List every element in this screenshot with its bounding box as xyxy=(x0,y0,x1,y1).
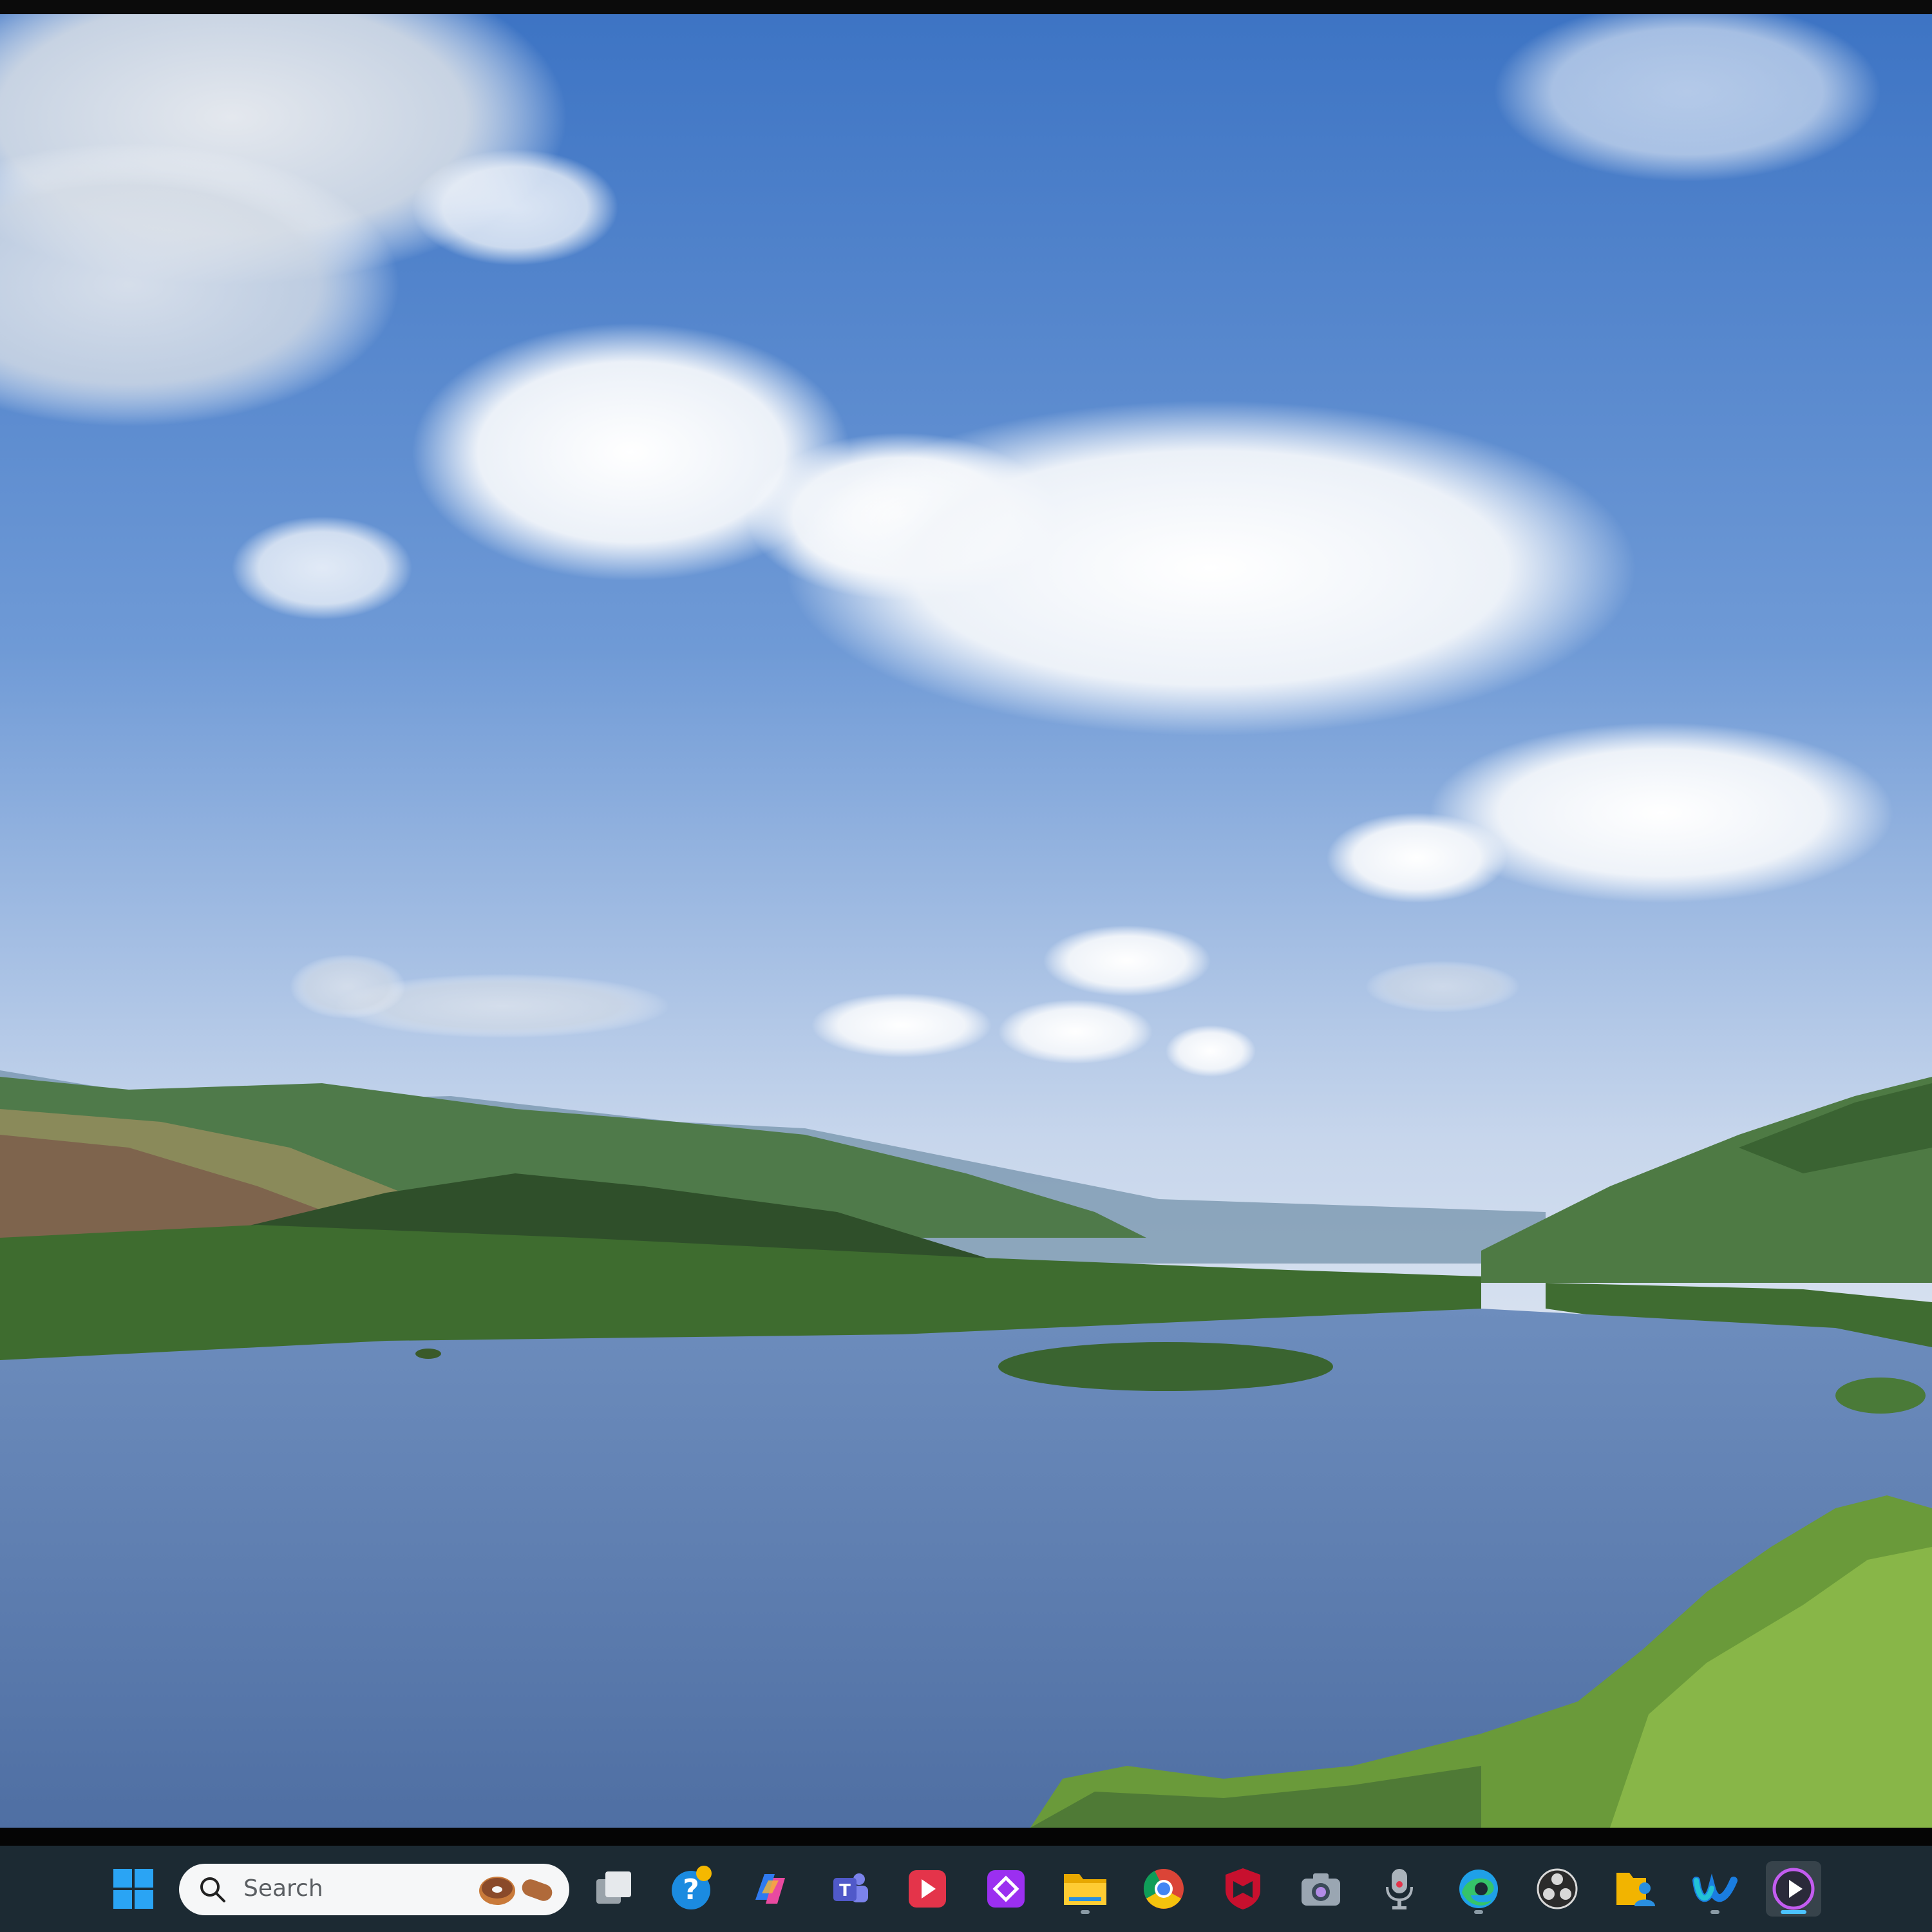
copilot-icon xyxy=(755,1874,785,1904)
file-explorer-button[interactable] xyxy=(1057,1861,1113,1917)
task-view-button[interactable] xyxy=(586,1861,641,1917)
donut-and-bread-icon xyxy=(479,1877,553,1905)
media-player-button[interactable] xyxy=(900,1861,955,1917)
start-button[interactable] xyxy=(106,1861,161,1917)
windows-logo-icon xyxy=(113,1869,153,1909)
search-placeholder: Search xyxy=(243,1875,323,1902)
teams-icon: T xyxy=(833,1873,868,1902)
get-help-button[interactable]: ? xyxy=(665,1861,720,1917)
clipchamp-button[interactable] xyxy=(1766,1861,1821,1917)
edge-icon xyxy=(1459,1870,1498,1908)
play-circle-icon xyxy=(1772,1868,1815,1910)
svg-text:?: ? xyxy=(683,1873,699,1906)
running-indicator xyxy=(1474,1910,1483,1914)
active-indicator xyxy=(1781,1910,1806,1914)
folder-icon xyxy=(1064,1874,1106,1905)
camera-button[interactable] xyxy=(1293,1861,1349,1917)
mcafee-button[interactable] xyxy=(1215,1861,1271,1917)
help-icon: ? xyxy=(672,1866,712,1909)
purple-diamond-icon xyxy=(987,1870,1025,1908)
files-app-button[interactable] xyxy=(1608,1861,1663,1917)
screen-bottom-bar xyxy=(0,1828,1932,1846)
play-red-icon xyxy=(909,1870,946,1908)
teams-button[interactable]: T xyxy=(822,1861,877,1917)
camera-icon xyxy=(1302,1873,1340,1906)
search-icon xyxy=(200,1877,225,1902)
obs-button[interactable] xyxy=(1530,1861,1585,1917)
running-indicator xyxy=(1081,1910,1090,1914)
top-border xyxy=(0,0,1932,14)
svg-text:T: T xyxy=(839,1881,851,1900)
microphone-icon xyxy=(1386,1869,1413,1909)
task-view-icon xyxy=(596,1871,631,1904)
desktop[interactable] xyxy=(0,14,1932,1828)
obs-icon xyxy=(1537,1868,1578,1909)
chrome-button[interactable] xyxy=(1136,1861,1191,1917)
folder-person-icon xyxy=(1616,1873,1655,1906)
voice-recorder-button[interactable] xyxy=(1372,1861,1427,1917)
chrome-icon xyxy=(1143,1869,1184,1909)
shield-red-icon xyxy=(1226,1868,1260,1909)
purple-app-button[interactable] xyxy=(978,1861,1034,1917)
webex-icon xyxy=(1692,1873,1738,1902)
copilot-button[interactable] xyxy=(743,1861,798,1917)
running-indicator xyxy=(1710,1910,1719,1914)
search-box[interactable]: Search xyxy=(179,1864,569,1915)
edge-button[interactable] xyxy=(1451,1861,1506,1917)
landscape-lake-wallpaper xyxy=(0,14,1932,1828)
webex-button[interactable] xyxy=(1687,1861,1743,1917)
